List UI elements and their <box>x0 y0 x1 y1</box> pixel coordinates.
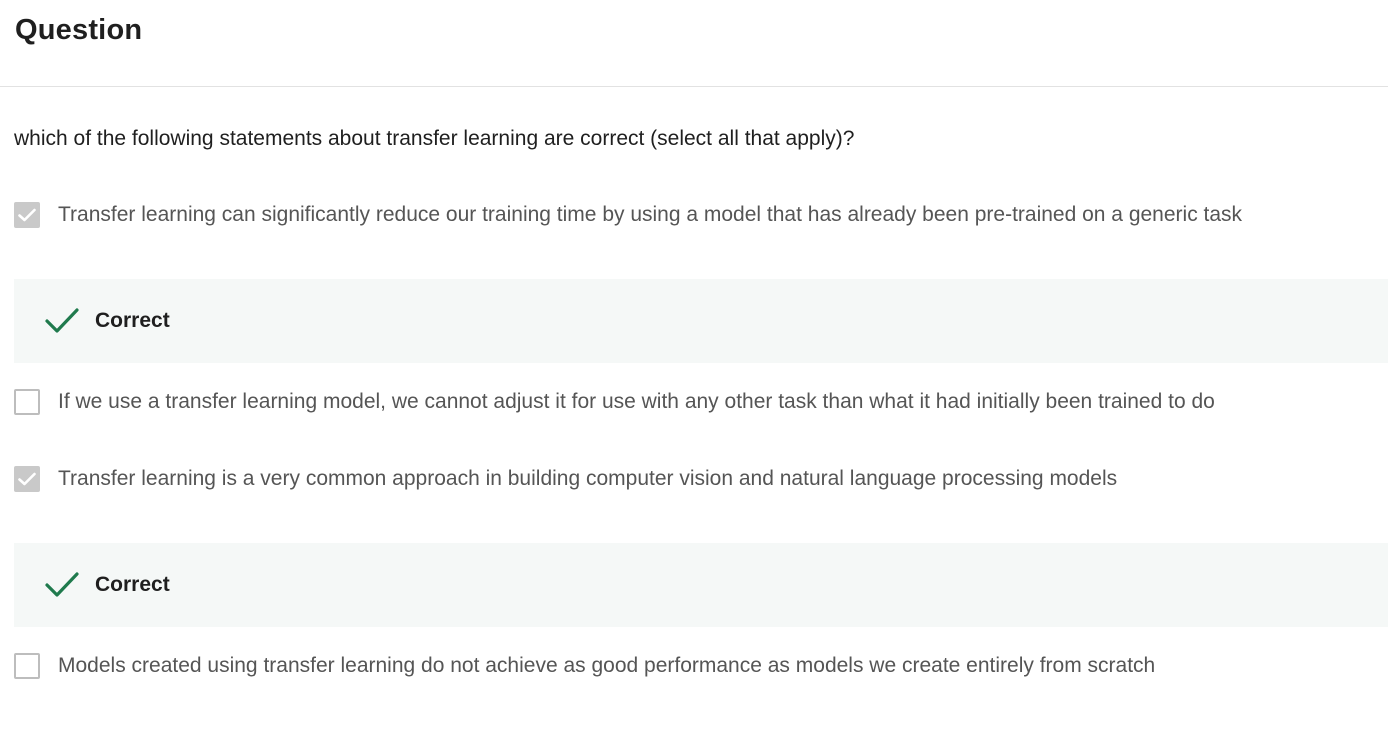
question-header: Question <box>0 0 1388 87</box>
option-3-checkbox[interactable] <box>14 466 40 492</box>
option-3[interactable]: Transfer learning is a very common appro… <box>14 465 1117 493</box>
option-4-checkbox[interactable] <box>14 653 40 679</box>
page-title: Question <box>15 14 143 46</box>
option-2-checkbox[interactable] <box>14 389 40 415</box>
option-3-label: Transfer learning is a very common appro… <box>58 467 1118 490</box>
option-1-label: Transfer learning can significantly redu… <box>58 203 1243 226</box>
checkmark-icon <box>18 208 36 222</box>
option-2[interactable]: If we use a transfer learning model, we … <box>14 388 1215 416</box>
option-2-label: If we use a transfer learning model, we … <box>58 390 1215 413</box>
option-4-label: Models created using transfer learning d… <box>58 654 1156 677</box>
option-1-feedback: Correct <box>14 279 1388 363</box>
option-4[interactable]: Models created using transfer learning d… <box>14 652 1155 680</box>
option-3-feedback: Correct <box>14 543 1388 627</box>
checkmark-icon <box>45 570 81 600</box>
feedback-label: Correct <box>95 573 170 596</box>
checkmark-icon <box>45 306 81 336</box>
feedback-label: Correct <box>95 309 170 332</box>
option-1-checkbox[interactable] <box>14 202 40 228</box>
question-prompt: which of the following statements about … <box>14 127 855 150</box>
option-1[interactable]: Transfer learning can significantly redu… <box>14 201 1242 229</box>
checkmark-icon <box>18 472 36 486</box>
